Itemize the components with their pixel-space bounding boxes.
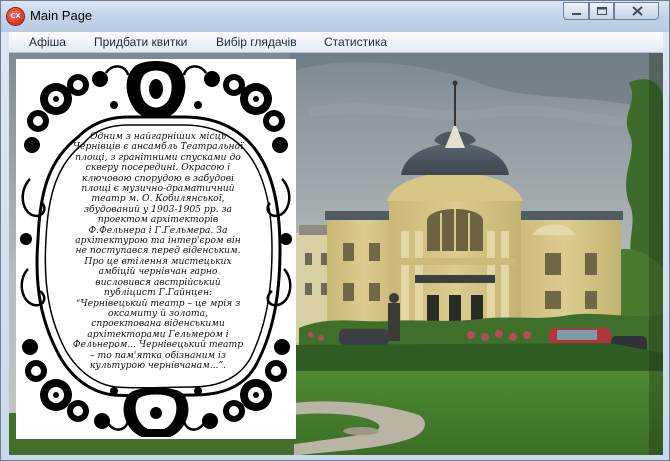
menu-bar: Афіша Придбати квитки Вибір глядачів Ста… <box>9 32 663 53</box>
content-area: Одним з найгарніших місць Чернівців є ан… <box>9 53 663 455</box>
app-logo-icon: CX <box>7 8 24 25</box>
minimize-icon <box>572 13 581 15</box>
main-window: CX Main Page Афіша Придбати квитки Вибір… <box>0 0 670 461</box>
menu-item-choose-viewers[interactable]: Вибір глядачів <box>216 35 297 49</box>
maximize-button[interactable] <box>589 2 614 20</box>
close-button[interactable] <box>614 2 659 20</box>
minimize-button[interactable] <box>563 2 589 20</box>
menu-item-statistics[interactable]: Статистика <box>324 35 387 49</box>
maximize-icon <box>597 7 607 15</box>
theatre-description-text: Одним з найгарніших місць Чернівців є ан… <box>72 131 244 371</box>
window-title: Main Page <box>30 8 93 23</box>
title-bar[interactable]: CX Main Page <box>1 1 669 32</box>
description-panel: Одним з найгарніших місць Чернівців є ан… <box>16 59 296 439</box>
menu-item-afisha[interactable]: Афіша <box>29 35 66 49</box>
close-icon <box>632 6 643 16</box>
menu-item-buy-tickets[interactable]: Придбати квитки <box>94 35 187 49</box>
